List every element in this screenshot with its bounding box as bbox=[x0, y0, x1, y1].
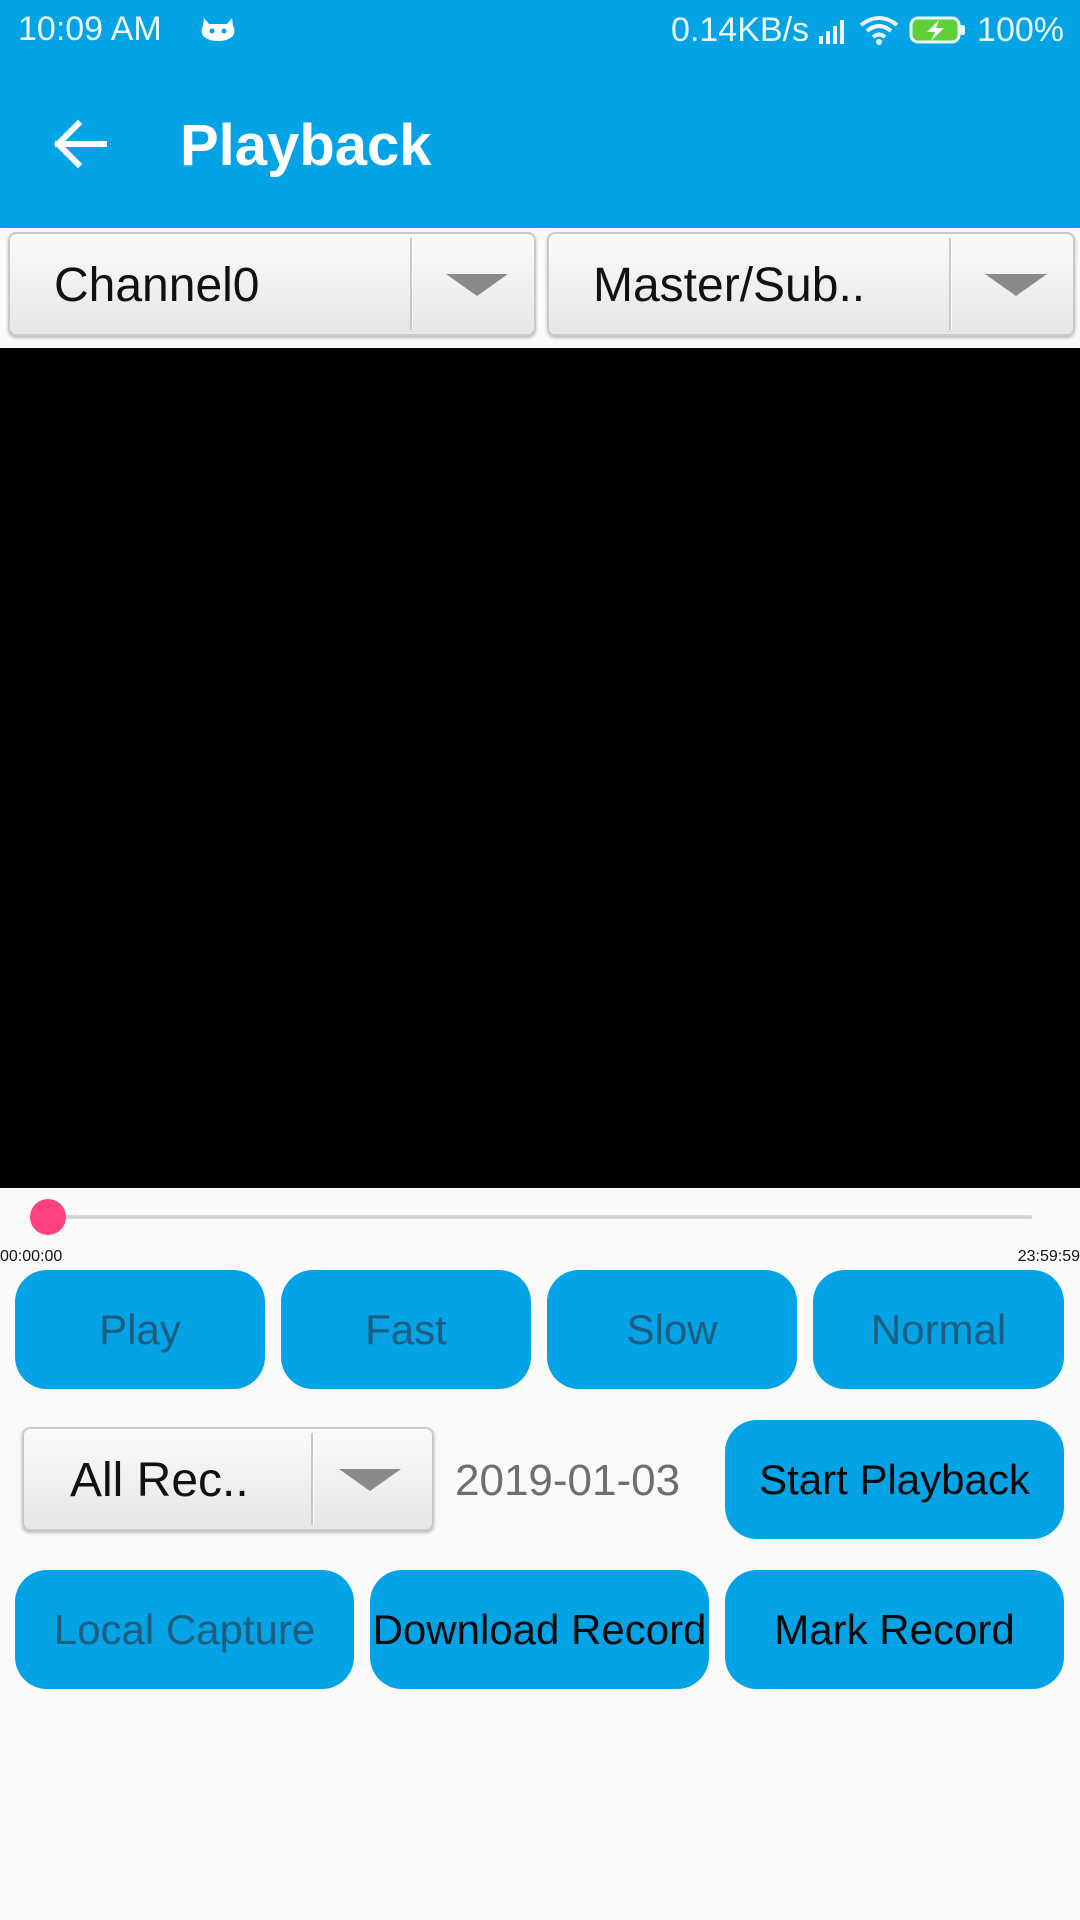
app-bar: Playback bbox=[0, 60, 1080, 228]
seek-end-time: 23:59:59 bbox=[1017, 1248, 1080, 1265]
record-type-spinner[interactable]: All Rec.. bbox=[22, 1427, 434, 1531]
video-player[interactable] bbox=[0, 348, 1080, 1188]
signal-icon bbox=[819, 20, 845, 44]
dropdown-arrow-icon bbox=[446, 274, 508, 296]
play-button[interactable]: Play bbox=[15, 1270, 265, 1389]
slow-button[interactable]: Slow bbox=[547, 1270, 797, 1389]
spinner-divider bbox=[949, 238, 951, 330]
status-right: 0.14KB/s 100% bbox=[671, 10, 1064, 50]
local-capture-button[interactable]: Local Capture bbox=[15, 1570, 354, 1689]
playback-date[interactable]: 2019-01-03 bbox=[455, 1456, 680, 1506]
dropdown-arrow-icon bbox=[985, 274, 1047, 296]
download-record-button[interactable]: Download Record bbox=[370, 1570, 709, 1689]
battery-charging-icon bbox=[909, 16, 966, 44]
status-bar: 10:09 AM 0.14KB/s 100% bbox=[0, 0, 1080, 60]
channel-spinner[interactable]: Channel0 bbox=[8, 232, 536, 336]
fast-button[interactable]: Fast bbox=[281, 1270, 531, 1389]
channel-spinner-label: Channel0 bbox=[54, 259, 260, 312]
status-time: 10:09 AM bbox=[18, 10, 162, 48]
net-speed: 0.14KB/s bbox=[671, 10, 810, 49]
battery-percent: 100% bbox=[977, 10, 1064, 49]
page-title: Playback bbox=[180, 113, 432, 178]
stream-spinner[interactable]: Master/Sub.. bbox=[547, 232, 1075, 336]
wifi-icon bbox=[859, 16, 899, 45]
start-playback-button[interactable]: Start Playback bbox=[725, 1420, 1064, 1539]
android-cat-icon bbox=[201, 18, 235, 41]
spinner-divider bbox=[410, 238, 412, 330]
stream-spinner-label: Master/Sub.. bbox=[593, 259, 866, 312]
seek-track[interactable] bbox=[48, 1215, 1032, 1219]
dropdown-arrow-icon bbox=[339, 1469, 401, 1491]
record-type-label: All Rec.. bbox=[70, 1454, 249, 1507]
spinner-row: Channel0 Master/Sub.. bbox=[0, 228, 1080, 348]
arrow-back-icon[interactable] bbox=[48, 116, 112, 172]
seek-start-time: 00:00:00 bbox=[0, 1248, 63, 1265]
normal-button[interactable]: Normal bbox=[813, 1270, 1064, 1389]
seek-thumb[interactable] bbox=[30, 1199, 66, 1235]
spinner-divider bbox=[311, 1433, 313, 1525]
mark-record-button[interactable]: Mark Record bbox=[725, 1570, 1064, 1689]
